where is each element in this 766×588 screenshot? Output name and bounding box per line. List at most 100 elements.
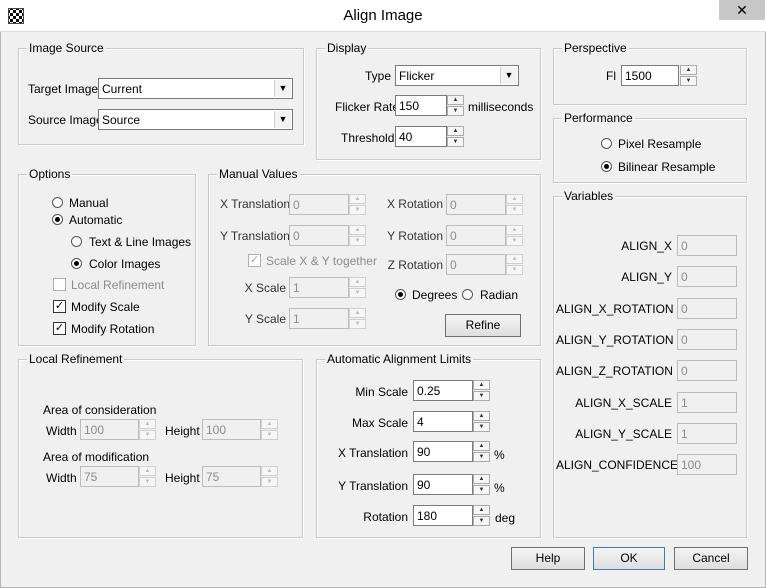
flicker-rate-spinner[interactable]: ▲ ▼ <box>447 95 464 116</box>
max-scale-spinner[interactable]: ▲ ▼ <box>473 411 490 432</box>
x-percent-unit: % <box>494 448 505 462</box>
z-rotation-input[interactable]: 0 <box>446 254 506 275</box>
auto-x-translation-label: X Translation <box>337 446 408 460</box>
radian-radio[interactable] <box>462 289 473 300</box>
max-scale-label: Max Scale <box>351 416 408 430</box>
x-translation-input[interactable]: 0 <box>289 194 349 215</box>
min-scale-value: 0.25 <box>417 384 441 398</box>
modify-rotation-checkbox[interactable]: ✓ <box>53 322 66 335</box>
local-refinement-checkbox[interactable] <box>53 278 66 291</box>
modify-scale-label: Modify Scale <box>71 300 140 314</box>
threshold-label: Threshold <box>341 131 395 145</box>
variable-value: 1 <box>681 395 688 410</box>
chevron-down-icon[interactable]: ▼ <box>274 111 291 128</box>
y-translation-label: Y Translation <box>220 229 290 243</box>
source-image-label: Source Image <box>28 113 103 127</box>
threshold-spinner[interactable]: ▲ ▼ <box>447 126 464 147</box>
automatic-radio[interactable] <box>52 214 63 225</box>
variable-value-field[interactable]: 1 <box>677 391 737 413</box>
image-source-legend: Image Source <box>27 41 106 55</box>
color-images-radio[interactable] <box>71 258 82 269</box>
mod-width-value: 75 <box>84 470 98 484</box>
max-scale-input[interactable]: 4 <box>413 411 473 432</box>
cons-height-input[interactable]: 100 <box>202 419 261 440</box>
cons-height-spinner[interactable]: ▲ ▼ <box>261 419 278 440</box>
x-translation-spinner[interactable]: ▲ ▼ <box>349 194 366 215</box>
rotation-limit-spinner[interactable]: ▲ ▼ <box>473 505 490 526</box>
y-scale-value: 1 <box>293 312 300 326</box>
variable-value: 0 <box>681 239 688 253</box>
chevron-down-icon[interactable]: ▼ <box>274 80 291 97</box>
scale-together-checkbox[interactable]: ✓ <box>248 254 261 267</box>
options-legend: Options <box>27 167 73 181</box>
mod-height-spinner[interactable]: ▲ ▼ <box>261 466 278 487</box>
target-image-select[interactable]: Current ▼ <box>98 78 293 99</box>
auto-y-translation-spinner[interactable]: ▲ ▼ <box>473 474 490 495</box>
target-image-label: Target Image <box>28 82 99 96</box>
y-scale-spinner[interactable]: ▲ ▼ <box>349 308 366 329</box>
rotation-limit-input[interactable]: 180 <box>413 505 473 526</box>
target-image-value: Current <box>102 82 143 96</box>
fl-spinner[interactable]: ▲ ▼ <box>680 65 697 86</box>
auto-x-translation-input[interactable]: 90 <box>413 441 473 462</box>
modify-scale-checkbox[interactable]: ✓ <box>53 300 66 313</box>
y-translation-spinner[interactable]: ▲ ▼ <box>349 225 366 246</box>
variable-value-field[interactable]: 0 <box>677 360 737 382</box>
variable-value-field[interactable]: 0 <box>677 297 737 319</box>
y-percent-unit: % <box>494 481 505 495</box>
z-rotation-spinner[interactable]: ▲ ▼ <box>506 254 523 275</box>
y-scale-input[interactable]: 1 <box>289 308 349 329</box>
x-scale-input[interactable]: 1 <box>289 277 349 298</box>
display-group: Display Type Flicker ▼ Flicker Rate 150 … <box>316 41 541 160</box>
chevron-down-icon[interactable]: ▼ <box>500 67 517 84</box>
cons-width-input[interactable]: 100 <box>80 419 139 440</box>
ok-button[interactable]: OK <box>593 547 665 570</box>
source-image-select[interactable]: Source ▼ <box>98 109 293 130</box>
cancel-button[interactable]: Cancel <box>674 547 748 570</box>
auto-x-translation-spinner[interactable]: ▲ ▼ <box>473 441 490 462</box>
min-scale-spinner[interactable]: ▲ ▼ <box>473 380 490 401</box>
local-refinement-group: Local Refinement Area of consideration W… <box>18 352 303 538</box>
close-button[interactable]: ✕ <box>719 0 765 20</box>
variable-value: 1 <box>681 426 688 441</box>
mod-height-input[interactable]: 75 <box>202 466 261 487</box>
degrees-radio[interactable] <box>395 289 406 300</box>
x-rotation-label: X Rotation <box>386 197 443 211</box>
auto-y-translation-input[interactable]: 90 <box>413 474 473 495</box>
threshold-input[interactable]: 40 <box>395 126 447 147</box>
variable-value-field[interactable]: 0 <box>677 235 737 256</box>
cons-width-spinner[interactable]: ▲ ▼ <box>139 419 156 440</box>
y-rotation-input[interactable]: 0 <box>446 225 506 246</box>
variable-value-field[interactable]: 100 <box>677 454 737 476</box>
rotation-limit-value: 180 <box>417 509 438 523</box>
y-translation-input[interactable]: 0 <box>289 225 349 246</box>
variable-value-field[interactable]: 0 <box>677 266 737 288</box>
performance-group: Performance Pixel Resample Bilinear Resa… <box>553 111 747 183</box>
x-rotation-input[interactable]: 0 <box>446 194 506 215</box>
x-scale-spinner[interactable]: ▲ ▼ <box>349 277 366 298</box>
fl-label: Fl <box>606 69 616 83</box>
x-rotation-spinner[interactable]: ▲ ▼ <box>506 194 523 215</box>
help-button[interactable]: Help <box>511 547 585 570</box>
bilinear-resample-radio[interactable] <box>601 161 612 172</box>
manual-radio[interactable] <box>52 197 63 208</box>
text-line-radio[interactable] <box>71 236 82 247</box>
variable-value-field[interactable]: 1 <box>677 422 737 444</box>
variable-value: 100 <box>681 458 702 473</box>
perspective-group: Perspective Fl 1500 ▲ ▼ <box>553 41 747 105</box>
mod-width-input[interactable]: 75 <box>80 466 139 487</box>
pixel-resample-radio[interactable] <box>601 138 612 149</box>
color-images-label: Color Images <box>89 257 161 271</box>
type-label: Type <box>365 69 392 83</box>
min-scale-input[interactable]: 0.25 <box>413 380 473 401</box>
display-type-select[interactable]: Flicker ▼ <box>395 65 519 86</box>
y-rotation-value: 0 <box>450 229 457 243</box>
bilinear-resample-label: Bilinear Resample <box>618 160 716 174</box>
y-rotation-spinner[interactable]: ▲ ▼ <box>506 225 523 246</box>
fl-input[interactable]: 1500 <box>621 65 679 86</box>
flicker-rate-input[interactable]: 150 <box>395 95 447 116</box>
refine-button[interactable]: Refine <box>445 314 521 337</box>
mod-width-spinner[interactable]: ▲ ▼ <box>139 466 156 487</box>
variable-value: 0 <box>681 270 688 285</box>
variable-value-field[interactable]: 0 <box>677 328 737 350</box>
